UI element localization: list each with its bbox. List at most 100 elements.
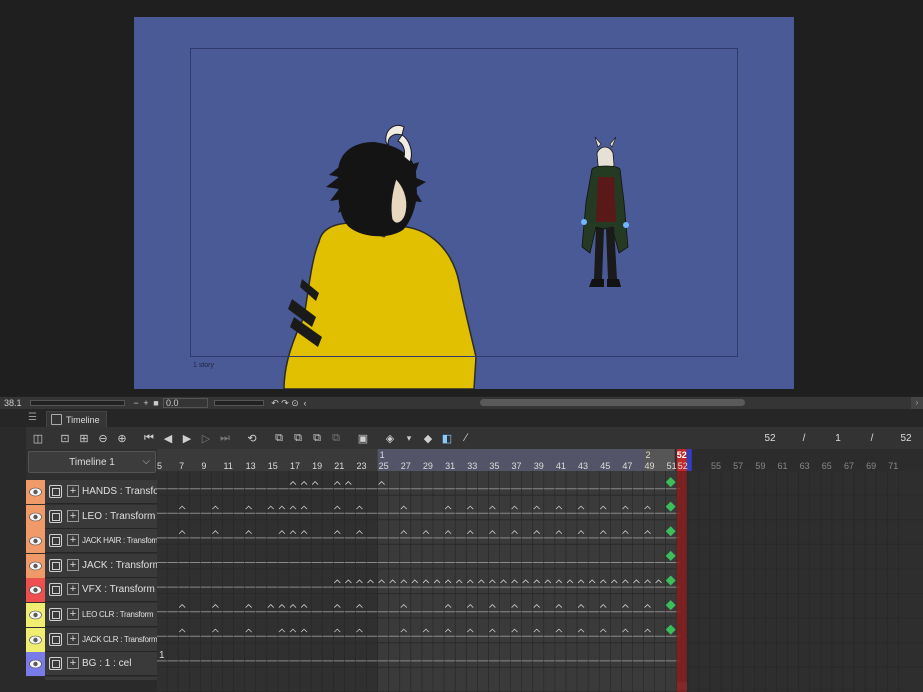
- ruler-tick-label: 67: [844, 461, 854, 471]
- first-frame-icon[interactable]: ⏮: [141, 430, 157, 446]
- layer-name-cell[interactable]: + JACK CLR : Transform: [45, 627, 158, 652]
- zoom-in-timeline-icon[interactable]: ⊕: [114, 430, 130, 446]
- layer-label: HANDS : Transform: [82, 486, 158, 497]
- frame-separator-1: /: [802, 432, 806, 444]
- eye-icon[interactable]: [29, 536, 42, 546]
- layer-color-swatch[interactable]: [26, 480, 45, 504]
- timeline-selector[interactable]: Timeline 1 ⌵: [28, 451, 156, 473]
- rotate-left-icon[interactable]: ↶: [270, 398, 280, 409]
- ruler-tick-label: 27: [401, 461, 411, 471]
- canvas-horizontal-scrollbar[interactable]: [480, 399, 745, 406]
- layer-label: BG : 1 : cel: [82, 658, 132, 670]
- layer-color-swatch[interactable]: [26, 603, 45, 627]
- duplicate-cel-icon[interactable]: ⧉: [309, 430, 325, 446]
- delete-cel-icon[interactable]: ⧉: [328, 430, 344, 446]
- layer-name-cell[interactable]: + VFX : Transform: [45, 578, 157, 603]
- add-cel-icon[interactable]: ⧉: [290, 430, 306, 446]
- expand-plus-icon[interactable]: +: [67, 583, 79, 596]
- ruler-tick-label: 71: [888, 461, 898, 471]
- zoom-out-button[interactable]: −: [131, 398, 141, 408]
- pen-icon[interactable]: ∕: [458, 430, 474, 446]
- reset-rotation-icon[interactable]: ⊙: [290, 398, 300, 409]
- rotation-slider[interactable]: [214, 400, 264, 406]
- layer-icon: [49, 485, 62, 498]
- ruler-tick-label: 59: [755, 461, 765, 471]
- eye-icon[interactable]: [29, 585, 42, 595]
- eye-icon[interactable]: [29, 487, 42, 497]
- tab-timeline[interactable]: Timeline: [46, 411, 107, 427]
- onion-skin-icon[interactable]: ▣: [355, 430, 371, 446]
- track-bg-b: [377, 471, 677, 495]
- expand-plus-icon[interactable]: +: [67, 632, 79, 645]
- layer-color-swatch[interactable]: [26, 529, 45, 554]
- eye-icon[interactable]: [29, 610, 42, 620]
- expand-plus-icon[interactable]: +: [67, 558, 79, 571]
- expand-plus-icon[interactable]: +: [67, 608, 79, 620]
- layer-name-cell[interactable]: + BG : 1 : cel: [45, 652, 157, 677]
- ruler-tick-label: 43: [578, 461, 588, 471]
- zoom-out-timeline-icon[interactable]: ⊖: [95, 430, 111, 446]
- zoom-slider[interactable]: [30, 400, 125, 406]
- keyframe-icon[interactable]: ◈: [382, 430, 398, 446]
- ruler-tick-label: 31: [445, 461, 455, 471]
- eye-icon[interactable]: [29, 659, 42, 669]
- frame-guide: [190, 48, 738, 357]
- layer-name-cell[interactable]: + JACK : Transform: [45, 553, 158, 578]
- artboard[interactable]: 1 story: [134, 17, 794, 389]
- eye-icon[interactable]: [29, 512, 42, 522]
- next-frame-icon[interactable]: ▷: [198, 430, 214, 446]
- edit-timeline-icon[interactable]: ⊞: [76, 430, 92, 446]
- flip-icon[interactable]: ‹: [300, 398, 310, 408]
- panel-tab-bar: ☰ Timeline: [0, 409, 923, 427]
- last-frame-icon[interactable]: ⏭: [217, 430, 233, 446]
- layer-color-swatch[interactable]: [26, 504, 45, 529]
- stop-icon[interactable]: ■: [151, 398, 161, 408]
- layer-icon: [49, 558, 62, 572]
- expand-plus-icon[interactable]: +: [67, 509, 79, 522]
- frame-rate: 1: [835, 432, 841, 444]
- clip-icon[interactable]: ◧: [439, 430, 455, 446]
- layer-color-swatch[interactable]: [26, 553, 45, 578]
- layer-color-swatch[interactable]: [26, 627, 45, 652]
- track-bg-b: [377, 618, 677, 643]
- ruler-tick-label: 11: [223, 461, 232, 471]
- rotation-value[interactable]: 0.0: [163, 398, 208, 408]
- track-bg-b: [377, 544, 677, 569]
- expand-plus-icon[interactable]: +: [67, 485, 79, 497]
- ruler-tick-label: 23: [356, 461, 366, 471]
- keyframe-interpolation-icon[interactable]: ◆: [420, 430, 436, 446]
- playhead-column: [676, 471, 687, 692]
- new-animation-cel-icon[interactable]: ⧉: [271, 430, 287, 446]
- expand-plus-icon[interactable]: +: [67, 657, 79, 670]
- scroll-right-icon[interactable]: ›: [911, 397, 923, 409]
- new-timeline-icon[interactable]: ⊡: [57, 430, 73, 446]
- layer-color-swatch[interactable]: [26, 578, 45, 603]
- track-bg-b: [377, 495, 677, 520]
- layer-color-swatch[interactable]: [26, 652, 45, 677]
- eye-icon[interactable]: [29, 561, 42, 571]
- eye-icon[interactable]: [29, 635, 42, 645]
- expand-plus-icon[interactable]: +: [67, 534, 79, 547]
- panel-menu-icon[interactable]: ☰: [28, 412, 42, 424]
- previous-frame-icon[interactable]: ◀: [160, 430, 176, 446]
- zoom-value[interactable]: 38.1: [0, 398, 30, 408]
- ruler-tick-label: 49: [645, 461, 655, 471]
- layer-name-cell[interactable]: + LEO : Transform: [45, 504, 157, 529]
- play-icon[interactable]: ▶: [179, 430, 195, 446]
- ruler-tick-label: 19: [312, 461, 322, 471]
- keyframe-dropdown-icon[interactable]: ▾: [401, 430, 417, 446]
- layer-icon: [49, 583, 62, 597]
- zoom-in-button[interactable]: +: [141, 398, 151, 408]
- canvas-viewport[interactable]: 1 story: [0, 0, 923, 396]
- timeline-track-graphics: 1 2 525 7 9 11 13 15 17 19 21 23 25 27 29 31 33 35 37 39 41 4…: [157, 449, 923, 692]
- layer-name-cell[interactable]: + LEO CLR : Transform: [45, 603, 157, 627]
- layer-icon: [49, 509, 62, 523]
- layer-name-cell[interactable]: +HANDS : Transform: [45, 480, 158, 504]
- canvas-navigation-bar: 38.1 − + ■ 0.0 ↶ ↷ ⊙ ‹ ›: [0, 396, 923, 409]
- rotate-right-icon[interactable]: ↷: [280, 398, 290, 409]
- ruler-tick-label: 29: [423, 461, 433, 471]
- app-window: 1 story 38.1 − + ■ 0.0 ↶ ↷ ⊙ ‹ › ☰ Timel…: [0, 0, 923, 692]
- layer-name-cell[interactable]: + JACK HAIR : Transform: [45, 529, 158, 554]
- loop-icon[interactable]: ⟲: [244, 430, 260, 446]
- timeline-settings-icon[interactable]: ◫: [30, 430, 46, 446]
